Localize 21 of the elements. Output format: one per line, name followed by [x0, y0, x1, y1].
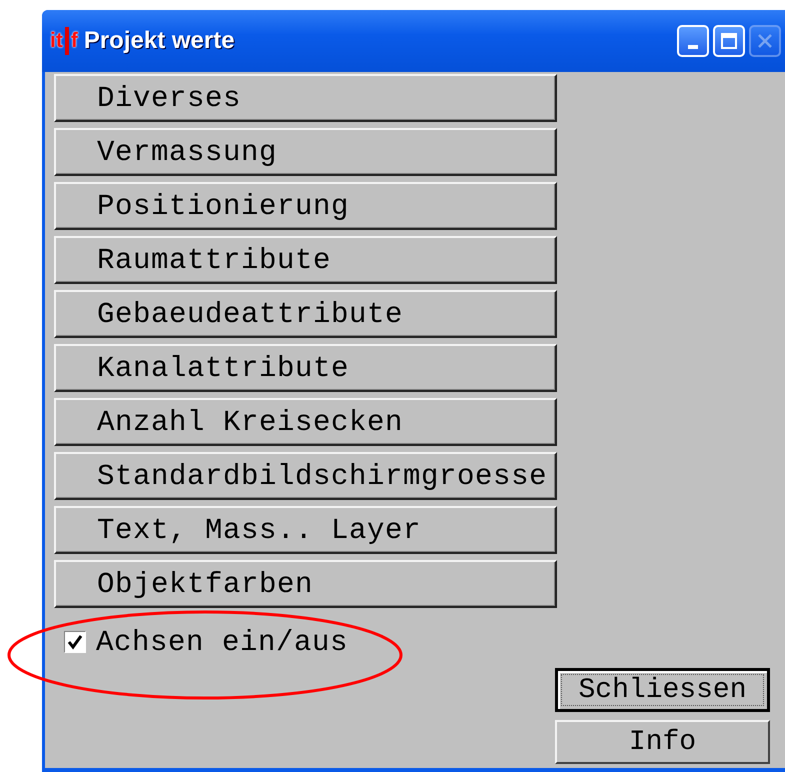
dialog-button[interactable]: Schliessen: [555, 668, 770, 712]
maximize-button[interactable]: [713, 25, 745, 57]
window-title: Projekt werte: [84, 27, 236, 55]
menu-button[interactable]: Positionierung: [54, 182, 557, 230]
menu-button[interactable]: Text, Mass.. Layer: [54, 506, 557, 554]
menu-button[interactable]: Kanalattribute: [54, 344, 557, 392]
menu-button[interactable]: Standardbildschirmgroesse: [54, 452, 557, 500]
menu-button[interactable]: Vermassung: [54, 128, 557, 176]
checkbox[interactable]: [64, 631, 86, 653]
close-icon: [756, 32, 774, 50]
menu-button[interactable]: Anzahl Kreisecken: [54, 398, 557, 446]
menu-button[interactable]: Objektfarben: [54, 560, 557, 608]
menu-button[interactable]: Diverses: [54, 74, 557, 122]
maximize-icon: [720, 32, 738, 50]
menu-button[interactable]: Raumattribute: [54, 236, 557, 284]
menu-button[interactable]: Gebaeudeattribute: [54, 290, 557, 338]
minimize-icon: [688, 45, 698, 49]
app-logo: it f: [50, 26, 78, 56]
minimize-button[interactable]: [677, 25, 709, 57]
dialog-button[interactable]: Info: [555, 720, 770, 764]
checkbox-label: Achsen ein/aus: [96, 626, 348, 658]
